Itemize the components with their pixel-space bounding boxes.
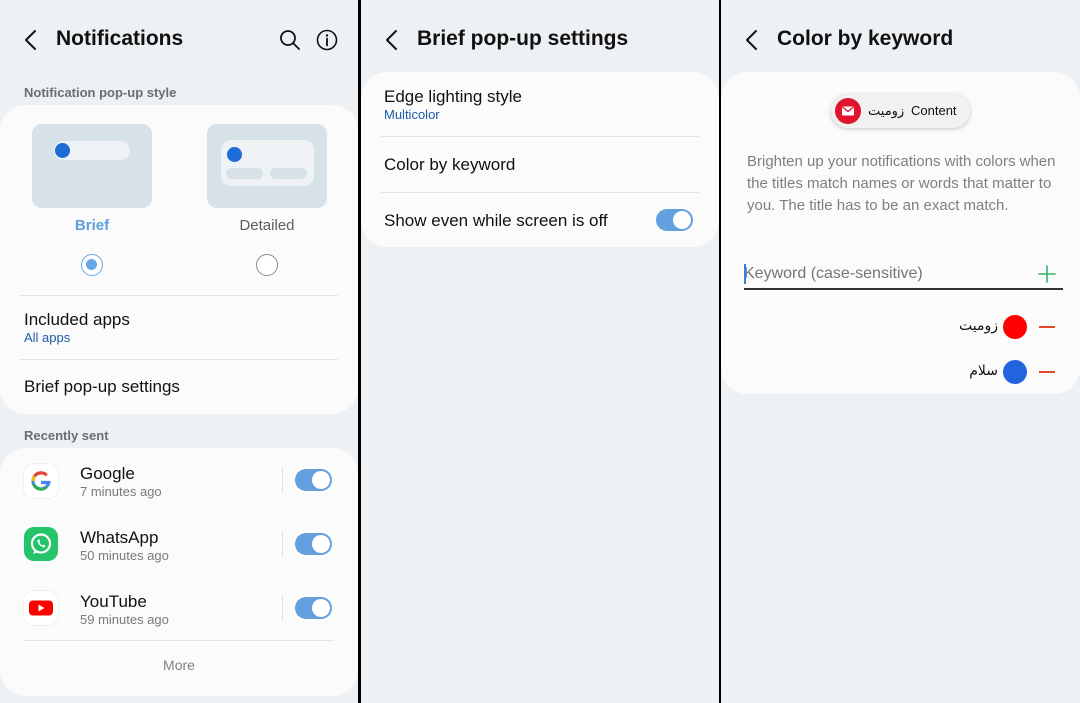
brief-preview-dot xyxy=(55,143,70,158)
youtube-icon xyxy=(24,591,58,625)
divider xyxy=(20,359,338,360)
back-arrow-icon[interactable] xyxy=(379,26,407,54)
preview-keyword: زومیت xyxy=(868,103,905,118)
search-icon[interactable] xyxy=(276,26,304,54)
app-name: WhatsApp xyxy=(80,528,159,547)
divider xyxy=(20,295,338,296)
popup-style-label: Notification pop-up style xyxy=(24,85,177,100)
app-time: 59 minutes ago xyxy=(80,612,169,627)
settings-card: Edge lighting style Multicolor Color by … xyxy=(361,72,719,247)
popup-style-card: Brief Detailed Included apps All apps Br… xyxy=(0,105,358,414)
google-toggle[interactable] xyxy=(295,469,332,491)
detailed-preview-line xyxy=(270,168,307,179)
keyword-input[interactable] xyxy=(744,262,1024,286)
show-screen-off-label: Show even while screen is off xyxy=(384,211,608,230)
description-text: Brighten up your notifications with colo… xyxy=(747,153,1056,214)
google-icon xyxy=(24,464,58,498)
remove-keyword-button[interactable] xyxy=(1039,326,1055,328)
youtube-toggle[interactable] xyxy=(295,597,332,619)
page-title: Notifications xyxy=(56,27,184,50)
app-time: 7 minutes ago xyxy=(80,484,162,499)
back-arrow-icon[interactable] xyxy=(18,26,46,54)
top-bar: Color by keyword xyxy=(721,18,1080,62)
detailed-preview[interactable] xyxy=(207,124,327,208)
app-name: YouTube xyxy=(80,592,147,611)
recently-sent-label: Recently sent xyxy=(24,428,109,443)
notifications-screen: Notifications Notification pop-up style … xyxy=(0,0,358,703)
back-arrow-icon[interactable] xyxy=(739,26,767,54)
mail-icon xyxy=(835,98,861,124)
brief-popup-settings-row[interactable]: Brief pop-up settings xyxy=(24,377,180,397)
detailed-preview-dot xyxy=(227,147,242,162)
divider xyxy=(381,136,699,137)
app-name: Google xyxy=(80,464,135,483)
recently-sent-card: Google 7 minutes ago WhatsApp 50 minutes… xyxy=(0,448,358,696)
top-bar: Brief pop-up settings xyxy=(361,18,719,62)
keyword-text: سلام xyxy=(969,362,998,378)
separator xyxy=(282,531,283,557)
preview-content: Content xyxy=(911,103,957,118)
separator xyxy=(282,467,283,493)
page-title: Color by keyword xyxy=(777,27,954,50)
more-button[interactable]: More xyxy=(0,657,358,673)
edge-lighting-title: Edge lighting style xyxy=(384,87,522,106)
divider xyxy=(24,640,334,641)
whatsapp-toggle[interactable] xyxy=(295,533,332,555)
keyword-text: زومیت xyxy=(959,317,998,333)
edge-lighting-value: Multicolor xyxy=(384,107,440,122)
show-screen-off-toggle[interactable] xyxy=(656,209,693,231)
detailed-label[interactable]: Detailed xyxy=(207,217,327,234)
included-apps-title: Included apps xyxy=(24,310,130,329)
remove-keyword-button[interactable] xyxy=(1039,371,1055,373)
divider xyxy=(381,192,699,193)
keyword-color-dot[interactable] xyxy=(1003,315,1027,339)
app-time: 50 minutes ago xyxy=(80,548,169,563)
keyword-card: زومیت Content Brighten up your notificat… xyxy=(721,72,1080,394)
included-apps-value: All apps xyxy=(24,330,71,345)
color-by-keyword-row[interactable]: Color by keyword xyxy=(384,155,515,175)
top-bar: Notifications xyxy=(0,18,358,62)
separator xyxy=(282,595,283,621)
brief-popup-settings-screen: Brief pop-up settings Edge lighting styl… xyxy=(361,0,719,703)
info-icon[interactable] xyxy=(313,26,341,54)
notification-preview: زومیت Content xyxy=(831,94,970,128)
text-cursor xyxy=(744,264,746,284)
brief-preview[interactable] xyxy=(32,124,152,208)
brief-label[interactable]: Brief xyxy=(32,217,152,234)
page-title: Brief pop-up settings xyxy=(417,27,629,50)
detailed-preview-line xyxy=(226,168,263,179)
add-icon[interactable] xyxy=(1037,264,1057,284)
detailed-radio[interactable] xyxy=(256,254,278,276)
color-by-keyword-screen: Color by keyword زومیت Content Brighten … xyxy=(721,0,1080,703)
brief-radio[interactable] xyxy=(81,254,103,276)
keyword-color-dot[interactable] xyxy=(1003,360,1027,384)
whatsapp-icon xyxy=(24,527,58,561)
input-underline xyxy=(744,288,1063,290)
